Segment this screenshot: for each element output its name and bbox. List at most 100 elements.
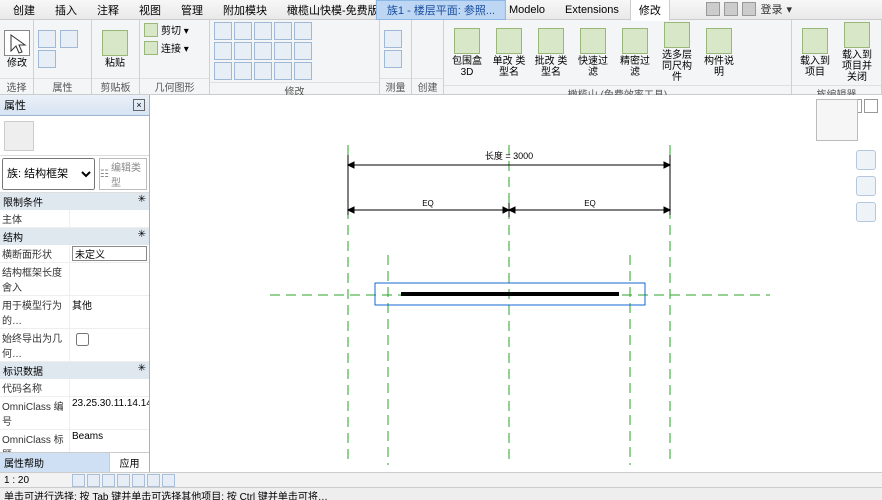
scale-icon[interactable] [294,42,312,60]
rename-batch-button[interactable]: 批改 类型名 [532,28,570,78]
lbl: 选多层 同尺构件 [658,50,696,83]
menu-tab-active[interactable]: 修改 [630,0,670,21]
quick-filter-button[interactable]: 快速过滤 [574,28,612,78]
property-key: 主体 [0,210,70,227]
menu-tab[interactable]: 管理 [172,0,212,21]
rename-single-button[interactable]: 单改 类型名 [490,28,528,78]
property-value[interactable]: 23.25.30.11.14.14 [70,397,149,429]
offset-icon[interactable] [254,22,272,40]
close-palette-button[interactable]: × [133,99,145,111]
property-input[interactable] [72,246,147,261]
properties-icon[interactable] [38,30,56,48]
paste-button[interactable]: 粘贴 [96,30,134,69]
type-properties-icon[interactable] [38,50,56,68]
property-group-header[interactable]: 标识数据✳ [0,362,149,379]
star-icon[interactable] [724,2,738,16]
menu-tab[interactable]: 注释 [88,0,128,21]
group-icon[interactable] [274,62,292,80]
user-icon[interactable] [742,2,756,16]
home-icon[interactable] [706,2,720,16]
status-hint: 单击可进行选择; 按 Tab 键并单击可选择其他项目; 按 Ctrl 键并单击可… [0,487,882,500]
menu-tab[interactable]: 附加模块 [214,0,276,21]
pin-icon[interactable] [214,62,232,80]
property-value[interactable] [70,245,149,262]
select-multi-button[interactable]: 选多层 同尺构件 [658,22,696,83]
copy-icon[interactable] [274,22,292,40]
create-icon[interactable] [416,37,439,61]
delete-icon[interactable] [254,62,272,80]
property-group-header[interactable]: 结构✳ [0,228,149,245]
apply-button[interactable]: 应用 [109,453,149,472]
crop-icon[interactable] [132,474,145,487]
bbox3d-button[interactable]: 包围盒3D [448,28,486,78]
component-info-button[interactable]: 构件说明 [700,28,738,78]
document-title: 族1 - 楼层平面: 参照... [376,0,506,20]
property-value[interactable]: Beams [70,430,149,452]
rotate-icon[interactable] [214,42,232,60]
property-row: 结构框架长度舍入 [0,263,149,296]
unpin-icon[interactable] [234,62,252,80]
family-selector[interactable]: 族: 结构框架 [2,158,95,190]
property-group-header[interactable]: 限制条件✳ [0,193,149,210]
lbl: 精密过滤 [616,56,654,78]
properties-help-link[interactable]: 属性帮助 [0,453,109,472]
property-row: OmniClass 编号23.25.30.11.14.14 [0,397,149,430]
trim-icon[interactable] [234,42,252,60]
property-key: 结构框架长度舍入 [0,263,70,295]
property-row: 主体 [0,210,149,228]
array-icon[interactable] [274,42,292,60]
menu-tab[interactable]: 视图 [130,0,170,21]
info-icon [706,28,732,54]
lbl: 包围盒3D [448,56,486,78]
menu-tab[interactable]: 创建 [4,0,44,21]
dimension-icon[interactable] [384,50,402,68]
mirror-icon[interactable] [294,22,312,40]
panel-label-geometry: 几何图形 [140,78,209,94]
visual-style-icon[interactable] [87,474,100,487]
property-key: OmniClass 编号 [0,397,70,429]
layers-icon [664,22,690,48]
load-close-button[interactable]: 载入到 项目并关闭 [838,22,876,83]
demolish-icon[interactable] [294,62,312,80]
lbl: 载入到 项目 [796,56,834,78]
panel-label-select[interactable]: 选择 ▾ [0,78,33,94]
drawing-canvas[interactable]: 长度 = 3000 EQ EQ [150,95,882,472]
panel-label-measure: 测量 [380,78,411,94]
join-button[interactable]: 连接 ▾ [144,40,189,55]
property-value[interactable]: 其他 [70,296,149,328]
crop-region-icon[interactable] [147,474,160,487]
split-icon[interactable] [254,42,272,60]
move-icon[interactable] [234,22,252,40]
property-value[interactable] [70,210,149,227]
property-value[interactable] [70,329,149,361]
menu-tab[interactable]: Extensions [556,1,628,19]
measure-icon[interactable] [384,30,402,48]
hide-isolate-icon[interactable] [162,474,175,487]
lbl: 快速过滤 [574,56,612,78]
load-into-project-button[interactable]: 载入到 项目 [796,28,834,78]
precise-filter-button[interactable]: 精密过滤 [616,28,654,78]
sun-path-icon[interactable] [102,474,115,487]
load-close-icon [844,22,870,48]
modify-label: 修改 [7,58,27,69]
property-checkbox[interactable] [76,333,89,346]
cut-button[interactable]: 剪切 ▾ [144,22,189,37]
property-value[interactable] [70,263,149,295]
detail-level-icon[interactable] [72,474,85,487]
help-dropdown[interactable]: ▾ [786,3,792,16]
family-types-icon[interactable] [60,30,78,48]
edit-type-button[interactable]: ☷ 编辑类型 [99,158,147,190]
menu-tab[interactable]: 插入 [46,0,86,21]
view-scale[interactable]: 1 : 20 [4,475,64,486]
property-value[interactable] [70,379,149,396]
login-link[interactable]: 登录 [760,1,782,17]
modify-tool[interactable]: 修改 [4,30,30,69]
funnel2-icon [622,28,648,54]
menu-tab[interactable]: Modelo [500,1,554,19]
property-key: OmniClass 标题 [0,430,70,452]
menu-tab[interactable]: 橄榄山快模-免费版 [278,0,388,21]
shadows-icon[interactable] [117,474,130,487]
drawing-svg: 长度 = 3000 EQ EQ [150,95,882,472]
align-icon[interactable] [214,22,232,40]
property-row: 用于模型行为的…其他 [0,296,149,329]
